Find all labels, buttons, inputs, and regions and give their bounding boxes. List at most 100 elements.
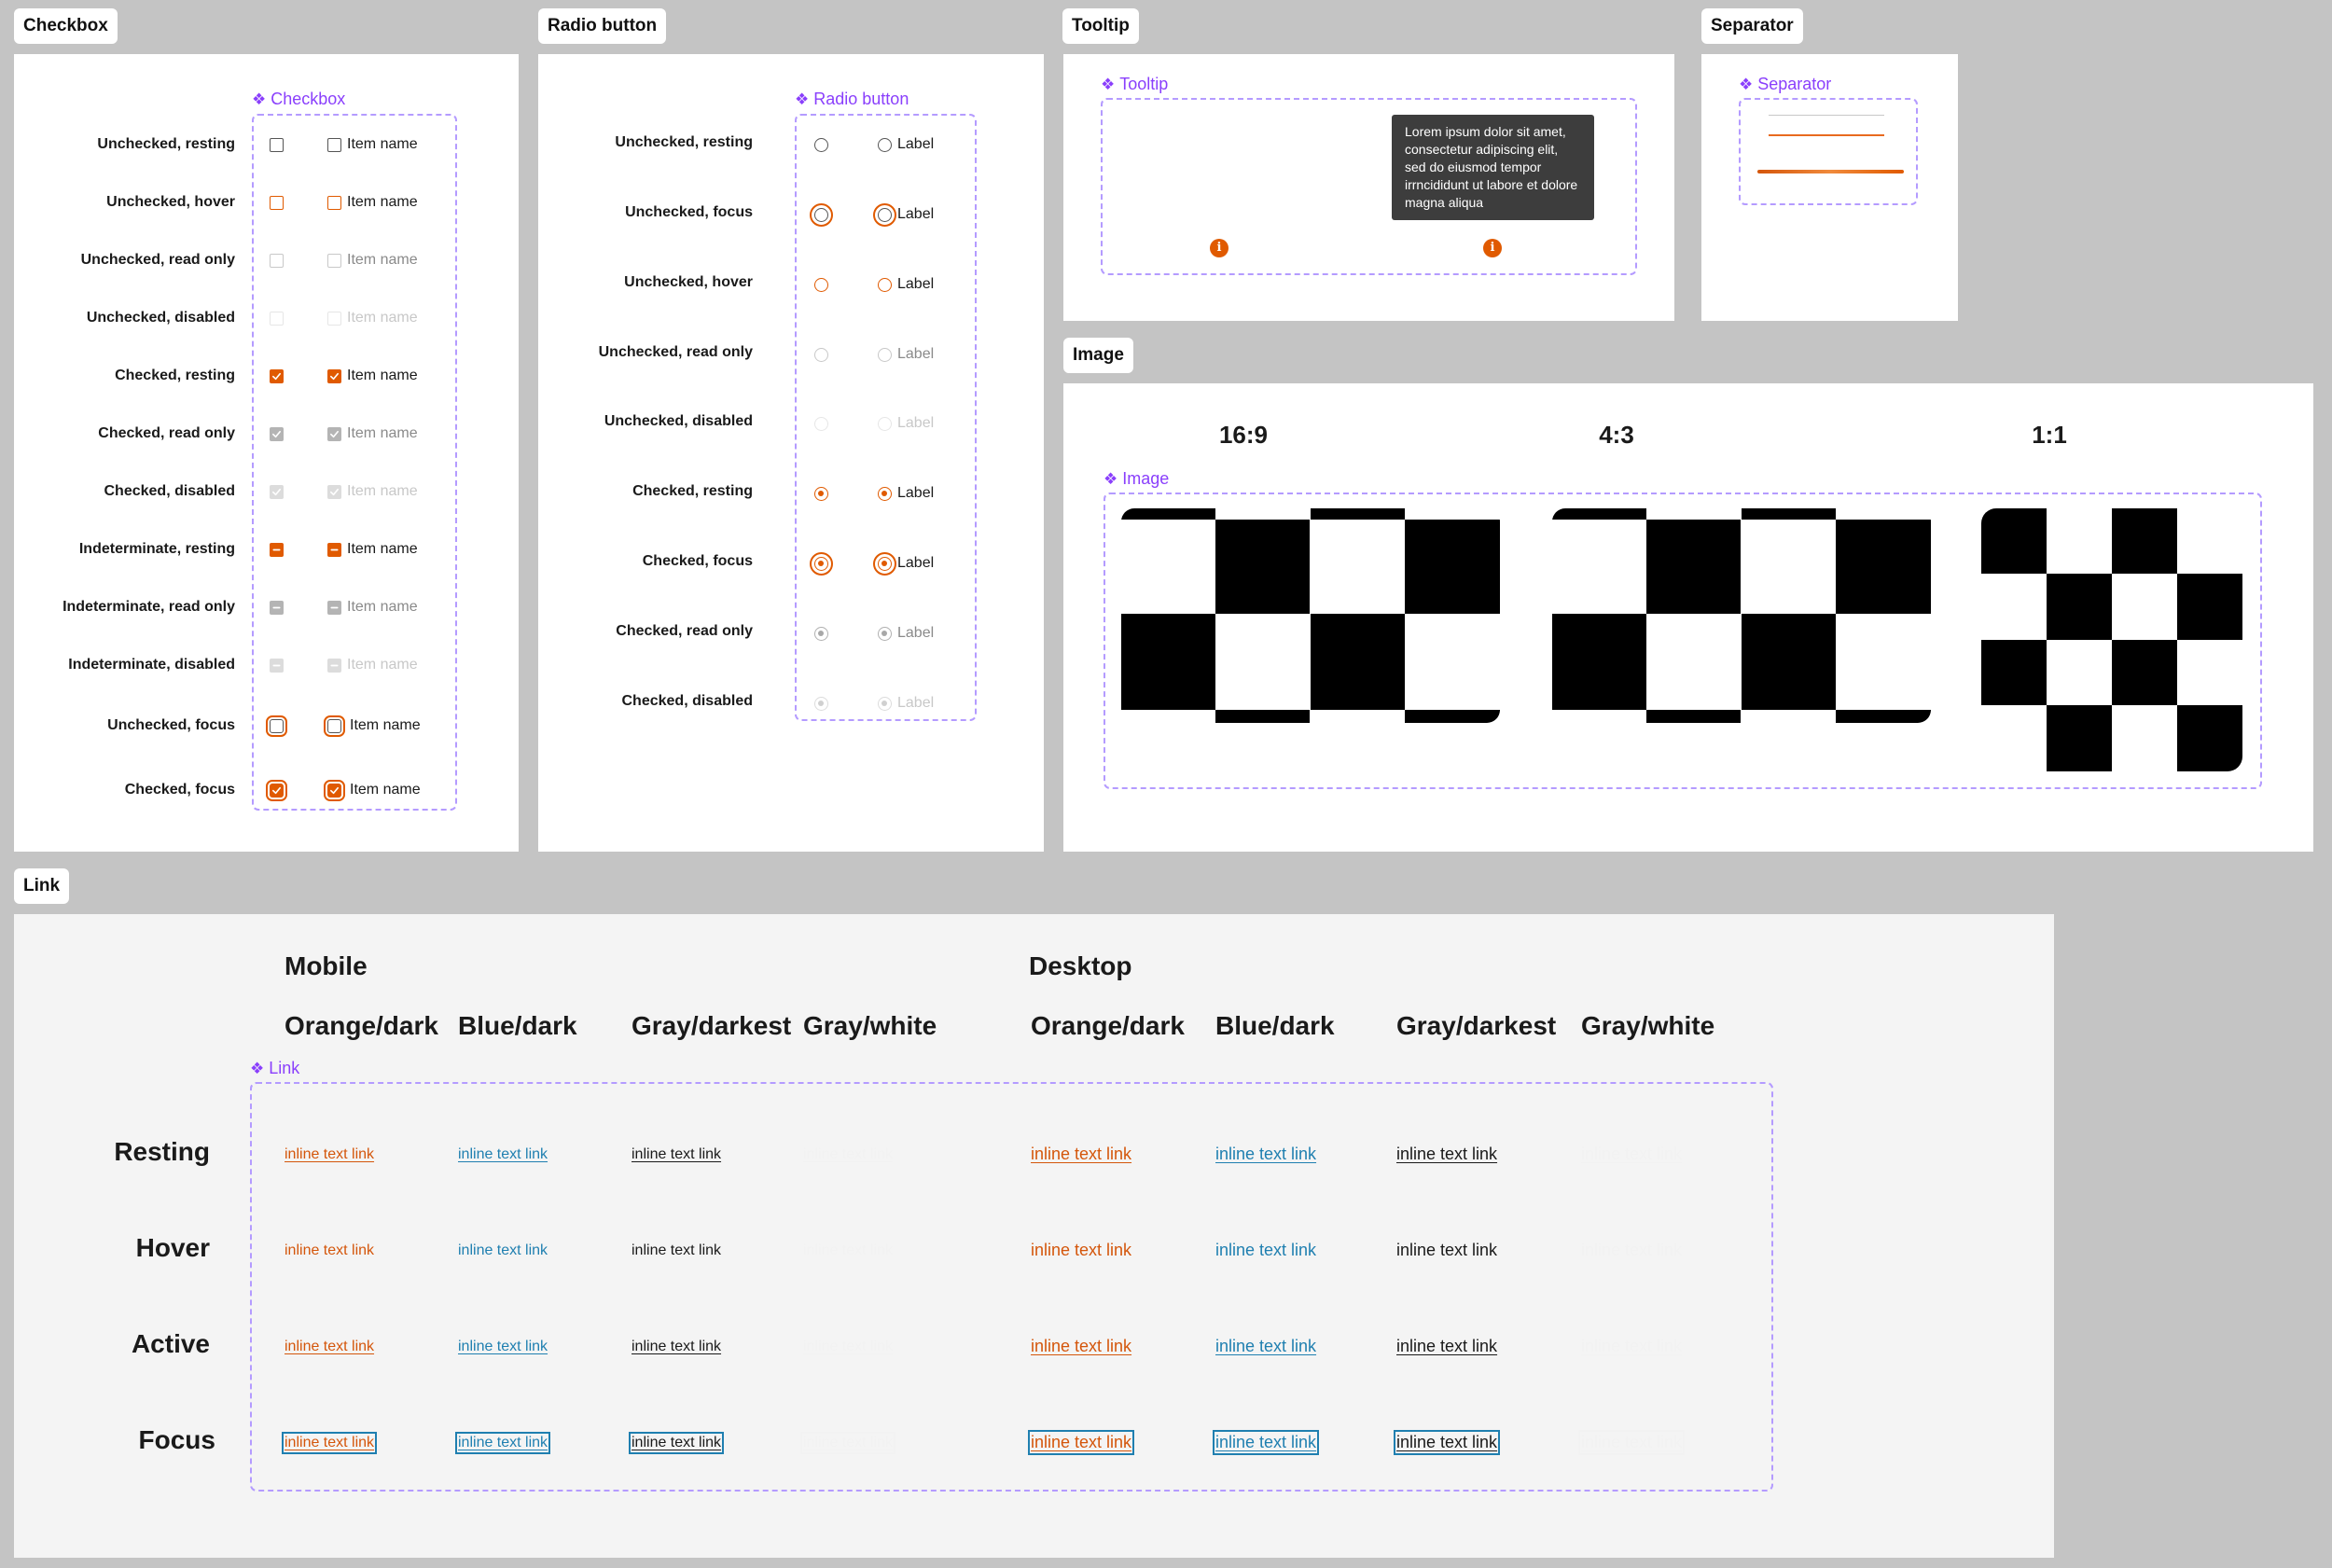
radio-component-name: ❖ Radio button — [795, 90, 909, 109]
checkbox-item-label: Item name — [347, 194, 418, 210]
checkbox[interactable] — [270, 601, 284, 615]
checkbox-state-label: Indeterminate, read only — [62, 599, 235, 615]
checkbox[interactable] — [266, 780, 287, 801]
checkbox[interactable] — [327, 138, 341, 152]
separator-thick-orange — [1757, 170, 1904, 173]
separator-thin-orange — [1769, 134, 1884, 136]
radio-button[interactable] — [814, 697, 828, 711]
checkbox-item-label: Item name — [347, 136, 418, 152]
inline-text-link[interactable]: inline text link — [285, 1146, 374, 1163]
radio-button[interactable] — [810, 552, 833, 576]
inline-text-link[interactable]: inline text link — [1393, 1430, 1501, 1455]
link-column-head: Gray/darkest — [1396, 1011, 1557, 1040]
inline-text-link[interactable]: inline text link — [1031, 1241, 1131, 1260]
radio-button[interactable] — [814, 487, 828, 501]
radio-button[interactable] — [873, 552, 896, 576]
checkbox[interactable] — [324, 715, 345, 737]
radio-button[interactable] — [878, 138, 892, 152]
inline-text-link[interactable]: inline text link — [632, 1146, 721, 1163]
image-4-3 — [1552, 508, 1931, 723]
inline-text-link[interactable]: inline text link — [1396, 1241, 1497, 1260]
radio-button[interactable] — [878, 697, 892, 711]
inline-text-link[interactable]: inline text link — [285, 1242, 374, 1259]
inline-text-link[interactable]: inline text link — [1581, 1145, 1682, 1164]
radio-button[interactable] — [878, 278, 892, 292]
radio-button[interactable] — [810, 203, 833, 227]
inline-text-link[interactable]: inline text link — [1396, 1337, 1497, 1356]
checkbox[interactable] — [270, 369, 284, 383]
info-icon[interactable]: i — [1483, 239, 1502, 257]
inline-text-link[interactable]: inline text link — [1215, 1145, 1316, 1164]
checkbox[interactable] — [327, 427, 341, 441]
checkbox-state-label: Indeterminate, resting — [78, 541, 235, 557]
checkbox[interactable] — [327, 543, 341, 557]
checkbox[interactable] — [327, 254, 341, 268]
inline-text-link[interactable]: inline text link — [281, 1432, 378, 1454]
inline-text-link[interactable]: inline text link — [803, 1146, 893, 1163]
inline-text-link[interactable]: inline text link — [632, 1242, 721, 1259]
checkbox[interactable] — [327, 196, 341, 210]
checkbox[interactable] — [270, 427, 284, 441]
checkbox[interactable] — [270, 138, 284, 152]
inline-text-link[interactable]: inline text link — [1031, 1145, 1131, 1164]
inline-text-link[interactable]: inline text link — [454, 1432, 551, 1454]
radio-button[interactable] — [814, 278, 828, 292]
inline-text-link[interactable]: inline text link — [1215, 1241, 1316, 1260]
radio-button[interactable] — [814, 348, 828, 362]
checkbox[interactable] — [327, 659, 341, 673]
checkbox[interactable] — [266, 715, 287, 737]
inline-text-link[interactable]: inline text link — [799, 1432, 896, 1454]
inline-text-link[interactable]: inline text link — [1396, 1145, 1497, 1164]
info-icon[interactable]: i — [1210, 239, 1228, 257]
checkbox[interactable] — [270, 254, 284, 268]
checkbox-state-label: Checked, disabled — [104, 483, 236, 499]
inline-text-link[interactable]: inline text link — [803, 1339, 893, 1355]
checkbox[interactable] — [270, 485, 284, 499]
checkbox-state-label: Checked, focus — [124, 782, 235, 798]
checkbox[interactable] — [327, 369, 341, 383]
checkbox[interactable] — [327, 601, 341, 615]
inline-text-link[interactable]: inline text link — [632, 1339, 721, 1355]
inline-text-link[interactable]: inline text link — [458, 1146, 548, 1163]
radio-button[interactable] — [873, 203, 896, 227]
inline-text-link[interactable]: inline text link — [1212, 1430, 1320, 1455]
component-icon: ❖ — [795, 90, 810, 108]
inline-text-link[interactable]: inline text link — [628, 1432, 725, 1454]
radio-button[interactable] — [878, 487, 892, 501]
inline-text-link[interactable]: inline text link — [1031, 1337, 1131, 1356]
section-label-checkbox: Checkbox — [14, 8, 118, 44]
radio-component-label: Radio button — [813, 90, 909, 108]
checkbox[interactable] — [324, 780, 345, 801]
checkbox-item-label: Item name — [347, 425, 418, 441]
radio-button[interactable] — [878, 417, 892, 431]
inline-text-link[interactable]: inline text link — [803, 1242, 893, 1259]
radio-button[interactable] — [814, 417, 828, 431]
checkbox[interactable] — [270, 196, 284, 210]
link-component-frame — [250, 1082, 1773, 1492]
inline-text-link[interactable]: inline text link — [458, 1339, 548, 1355]
checkbox-component-frame — [252, 114, 457, 811]
inline-text-link[interactable]: inline text link — [1581, 1337, 1682, 1356]
checkbox-panel: ❖ Checkbox Unchecked, resting Item name Unc… — [14, 54, 519, 852]
link-component-name: ❖ Link — [250, 1059, 299, 1078]
checkbox-item-label: Item name — [347, 252, 418, 268]
inline-text-link[interactable]: inline text link — [285, 1339, 374, 1355]
section-label-radio: Radio button — [538, 8, 667, 44]
component-icon: ❖ — [252, 90, 267, 108]
radio-button[interactable] — [878, 627, 892, 641]
inline-text-link[interactable]: inline text link — [1577, 1430, 1686, 1455]
checkbox[interactable] — [270, 312, 284, 326]
inline-text-link[interactable]: inline text link — [1215, 1337, 1316, 1356]
checkbox[interactable] — [327, 485, 341, 499]
ratio-title-1-1: 1:1 — [2032, 421, 2067, 449]
checkbox[interactable] — [327, 312, 341, 326]
radio-button[interactable] — [814, 138, 828, 152]
checkbox[interactable] — [270, 659, 284, 673]
radio-button[interactable] — [878, 348, 892, 362]
image-1-1 — [1981, 508, 2242, 771]
inline-text-link[interactable]: inline text link — [458, 1242, 548, 1259]
radio-button[interactable] — [814, 627, 828, 641]
inline-text-link[interactable]: inline text link — [1027, 1430, 1135, 1455]
inline-text-link[interactable]: inline text link — [1581, 1241, 1682, 1260]
checkbox[interactable] — [270, 543, 284, 557]
